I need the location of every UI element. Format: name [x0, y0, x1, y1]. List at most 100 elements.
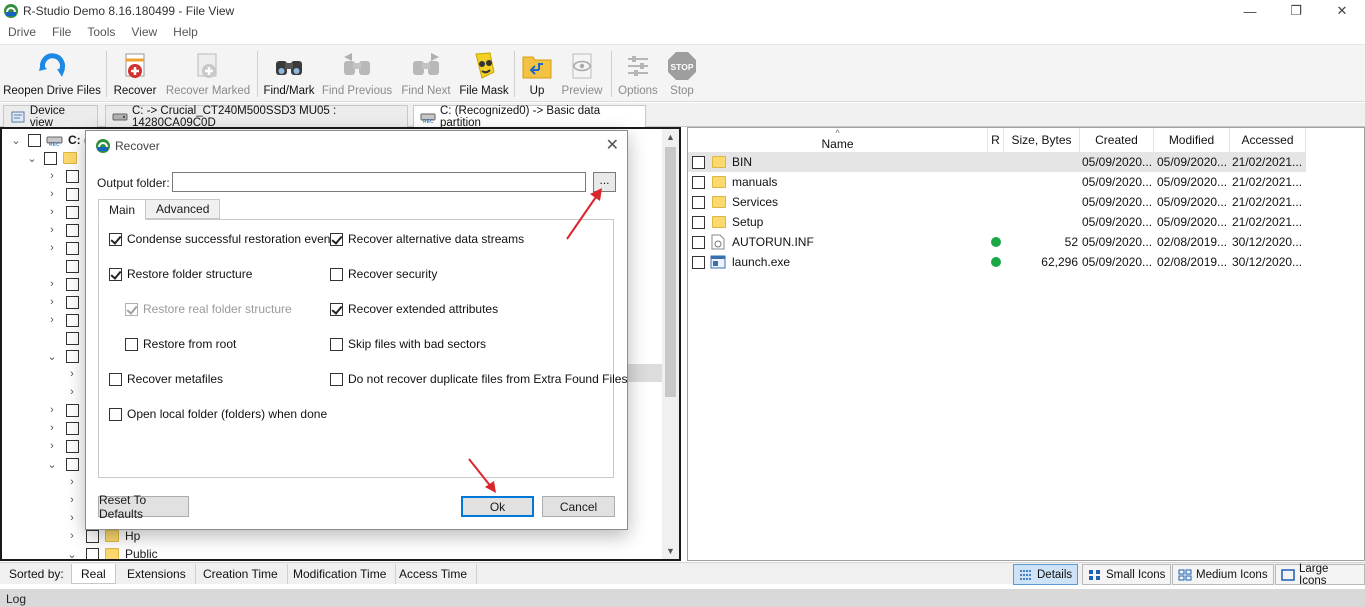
file-row[interactable]: launch.exe 62,296 05/09/2020... 02/08/20… — [688, 252, 1306, 272]
column-header-name[interactable]: ^ Name — [688, 128, 988, 152]
maximize-button[interactable]: ❐ — [1273, 0, 1319, 22]
log-panel-header[interactable]: Log — [0, 589, 1365, 607]
menu-view[interactable]: View — [123, 22, 165, 44]
expand-chevron-icon[interactable]: › — [66, 476, 78, 488]
tree-row[interactable]: › — [46, 239, 79, 257]
file-row[interactable]: Services 05/09/2020... 05/09/2020... 21/… — [688, 192, 1306, 212]
tree-row[interactable]: › — [66, 473, 78, 491]
tree-checkbox[interactable] — [66, 349, 79, 363]
tree-checkbox[interactable] — [86, 529, 99, 543]
sort-tab-modification-time[interactable]: Modification Time — [284, 564, 397, 584]
option-checkbox[interactable] — [330, 232, 343, 246]
option-restore-from-root[interactable]: Restore from root — [125, 336, 236, 352]
ok-button[interactable]: Ok — [461, 496, 534, 517]
tree-checkbox[interactable] — [66, 169, 79, 183]
tree-row[interactable]: ⌄ — [26, 149, 77, 167]
file-row[interactable]: manuals 05/09/2020... 05/09/2020... 21/0… — [688, 172, 1306, 192]
tab-advanced[interactable]: Advanced — [145, 199, 221, 219]
file-row[interactable]: AUTORUN.INF 52 05/09/2020... 02/08/2019.… — [688, 232, 1306, 252]
tree-checkbox[interactable] — [66, 421, 79, 435]
tree-checkbox[interactable] — [66, 403, 79, 417]
collapse-chevron-icon[interactable]: ⌄ — [46, 458, 58, 471]
option-checkbox[interactable] — [125, 337, 138, 351]
tree-row[interactable]: › — [46, 311, 79, 329]
file-checkbox[interactable] — [692, 156, 705, 169]
option-checkbox[interactable] — [109, 372, 122, 386]
file-checkbox[interactable] — [692, 236, 705, 249]
cancel-button[interactable]: Cancel — [542, 496, 615, 517]
file-checkbox[interactable] — [692, 196, 705, 209]
expand-chevron-icon[interactable]: › — [66, 512, 78, 524]
tree-row[interactable] — [46, 329, 79, 347]
file-mask-button[interactable]: File Mask — [458, 49, 510, 101]
tree-row[interactable]: ⌄ — [46, 455, 79, 473]
option-recover-metafiles[interactable]: Recover metafiles — [109, 371, 223, 387]
dialog-close-icon[interactable]: ✕ — [606, 135, 619, 155]
tree-row[interactable]: ⌄ Public — [66, 545, 158, 560]
option-extended-attributes[interactable]: Recover extended attributes — [330, 301, 498, 317]
tree-checkbox[interactable] — [66, 259, 79, 273]
expand-chevron-icon[interactable]: › — [46, 170, 58, 182]
tree-checkbox[interactable] — [66, 331, 79, 345]
file-list-panel[interactable]: ^ Name R Size, Bytes Created Modified Ac… — [687, 127, 1365, 561]
option-checkbox[interactable] — [109, 232, 122, 246]
tree-checkbox[interactable] — [66, 223, 79, 237]
tree-row[interactable]: › — [46, 167, 79, 185]
collapse-chevron-icon[interactable]: ⌄ — [10, 134, 22, 147]
recover-button[interactable]: Recover — [112, 49, 158, 101]
tree-checkbox[interactable] — [66, 277, 79, 291]
option-checkbox[interactable] — [330, 337, 343, 351]
menu-drive[interactable]: Drive — [0, 22, 44, 44]
tree-row[interactable]: › — [66, 509, 78, 527]
expand-chevron-icon[interactable]: › — [66, 530, 78, 542]
sort-tab-creation-time[interactable]: Creation Time — [194, 564, 288, 584]
expand-chevron-icon[interactable]: › — [46, 278, 58, 290]
option-checkbox[interactable] — [330, 302, 343, 316]
column-header-accessed[interactable]: Accessed — [1230, 128, 1306, 152]
option-restore-folder-structure[interactable]: Restore folder structure — [109, 266, 252, 282]
tree-row[interactable]: › — [46, 221, 79, 239]
find-previous-button[interactable]: Find Previous — [322, 49, 392, 101]
reset-to-defaults-button[interactable]: Reset To Defaults — [98, 493, 189, 521]
option-recover-security[interactable]: Recover security — [330, 266, 437, 282]
minimize-button[interactable]: — — [1227, 0, 1273, 22]
expand-chevron-icon[interactable]: › — [46, 296, 58, 308]
tree-row[interactable]: › — [46, 203, 79, 221]
menu-help[interactable]: Help — [165, 22, 206, 44]
expand-chevron-icon[interactable]: › — [66, 386, 78, 398]
scrollbar-thumb[interactable] — [665, 147, 676, 397]
file-row[interactable]: Setup 05/09/2020... 05/09/2020... 21/02/… — [688, 212, 1306, 232]
option-open-local-folder[interactable]: Open local folder (folders) when done — [109, 406, 327, 422]
option-checkbox[interactable] — [330, 267, 343, 281]
option-checkbox[interactable] — [109, 267, 122, 281]
options-button[interactable]: Options — [616, 49, 660, 101]
find-mark-button[interactable]: Find/Mark — [262, 49, 316, 101]
tree-root-row[interactable]: ⌄ REC C: ( — [10, 131, 88, 149]
tree-row[interactable]: › — [46, 293, 79, 311]
close-window-button[interactable]: ✕ — [1319, 0, 1365, 22]
collapse-chevron-icon[interactable]: ⌄ — [66, 548, 78, 560]
option-alternative-data-streams[interactable]: Recover alternative data streams — [330, 231, 524, 247]
sort-tab-access-time[interactable]: Access Time — [390, 564, 478, 584]
up-button[interactable]: Up — [519, 49, 555, 101]
expand-chevron-icon[interactable]: › — [46, 224, 58, 236]
expand-chevron-icon[interactable]: › — [46, 314, 58, 326]
view-details-button[interactable]: Details — [1013, 564, 1079, 585]
tree-checkbox[interactable] — [44, 151, 57, 165]
column-header-r[interactable]: R — [988, 128, 1004, 152]
tree-row[interactable] — [46, 257, 79, 275]
output-folder-input[interactable] — [172, 172, 586, 192]
tree-row[interactable]: › — [66, 491, 78, 509]
collapse-chevron-icon[interactable]: ⌄ — [46, 350, 58, 363]
column-header-size[interactable]: Size, Bytes — [1004, 128, 1080, 152]
tree-checkbox[interactable] — [66, 205, 79, 219]
tree-row[interactable]: › — [46, 419, 79, 437]
tab-device-view[interactable]: Device view — [3, 105, 98, 129]
tree-row[interactable]: › — [46, 437, 79, 455]
expand-chevron-icon[interactable]: › — [46, 404, 58, 416]
find-next-button[interactable]: Find Next — [398, 49, 454, 101]
expand-chevron-icon[interactable]: › — [66, 368, 78, 380]
sort-tab-extensions[interactable]: Extensions — [118, 564, 196, 584]
collapse-chevron-icon[interactable]: ⌄ — [26, 152, 38, 165]
tree-row[interactable]: › — [66, 365, 78, 383]
